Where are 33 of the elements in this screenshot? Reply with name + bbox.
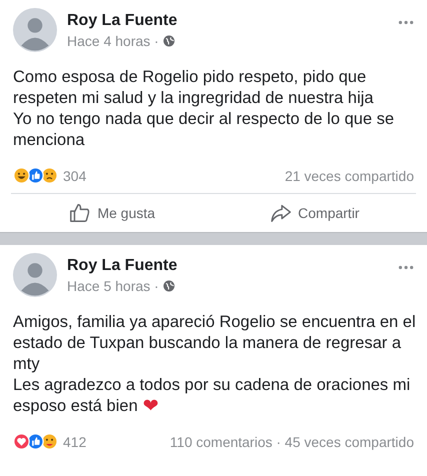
like-button[interactable]: Me gusta — [11, 194, 214, 232]
post-stats[interactable]: 21 veces compartido — [284, 168, 414, 184]
author-name[interactable]: Roy La Fuente — [67, 12, 388, 30]
avatar-icon[interactable] — [13, 253, 57, 297]
globe-icon — [162, 280, 175, 292]
heart-emoji: ❤ — [142, 396, 159, 417]
post-text-line: respeten mi salud y la ingregridad de nuestra hija — [13, 88, 374, 109]
post-stats[interactable]: 110 comentarios · 45 veces compartido — [170, 434, 414, 450]
more-icon[interactable] — [398, 265, 414, 270]
more-icon[interactable] — [398, 20, 414, 25]
share-button[interactable]: Compartir — [214, 194, 416, 232]
thumbs-up-icon[interactable] — [27, 167, 44, 184]
post-text-line: esposo está bien — [13, 396, 138, 417]
emoji-face-icon[interactable] — [41, 167, 58, 184]
reaction-count[interactable]: 412 — [63, 434, 86, 450]
post-time[interactable]: Hace 4 horas · — [67, 32, 159, 48]
avatar-icon[interactable] — [13, 8, 57, 52]
emoji-face-icon[interactable] — [13, 167, 30, 184]
thumbs-up-icon[interactable] — [27, 433, 44, 450]
post-text-line: Les agradezco a todos por su cadena de oraciones mi — [13, 375, 410, 396]
reaction-count[interactable]: 304 — [63, 168, 86, 184]
share-arrow-icon — [270, 202, 292, 224]
author-name[interactable]: Roy La Fuente — [67, 256, 388, 274]
post-text-line: menciona — [13, 130, 85, 151]
post-text-line: mty — [13, 354, 40, 375]
post-text-line: Amigos, familia ya apareció Rogelio se encuentra en el — [13, 312, 416, 333]
post-time[interactable]: Hace 5 horas · — [67, 278, 159, 294]
post-text-line: Yo no tengo nada que decir al respecto de lo que se — [13, 109, 394, 130]
thumbs-up-icon — [69, 202, 92, 224]
post-text-line: estado de Tuxpan buscando la manera de regresar a — [13, 333, 402, 354]
emoji-face-icon[interactable] — [41, 433, 58, 450]
post-text-line: Como esposa de Rogelio pido respeto, pido que — [13, 67, 366, 88]
globe-icon — [162, 34, 175, 46]
